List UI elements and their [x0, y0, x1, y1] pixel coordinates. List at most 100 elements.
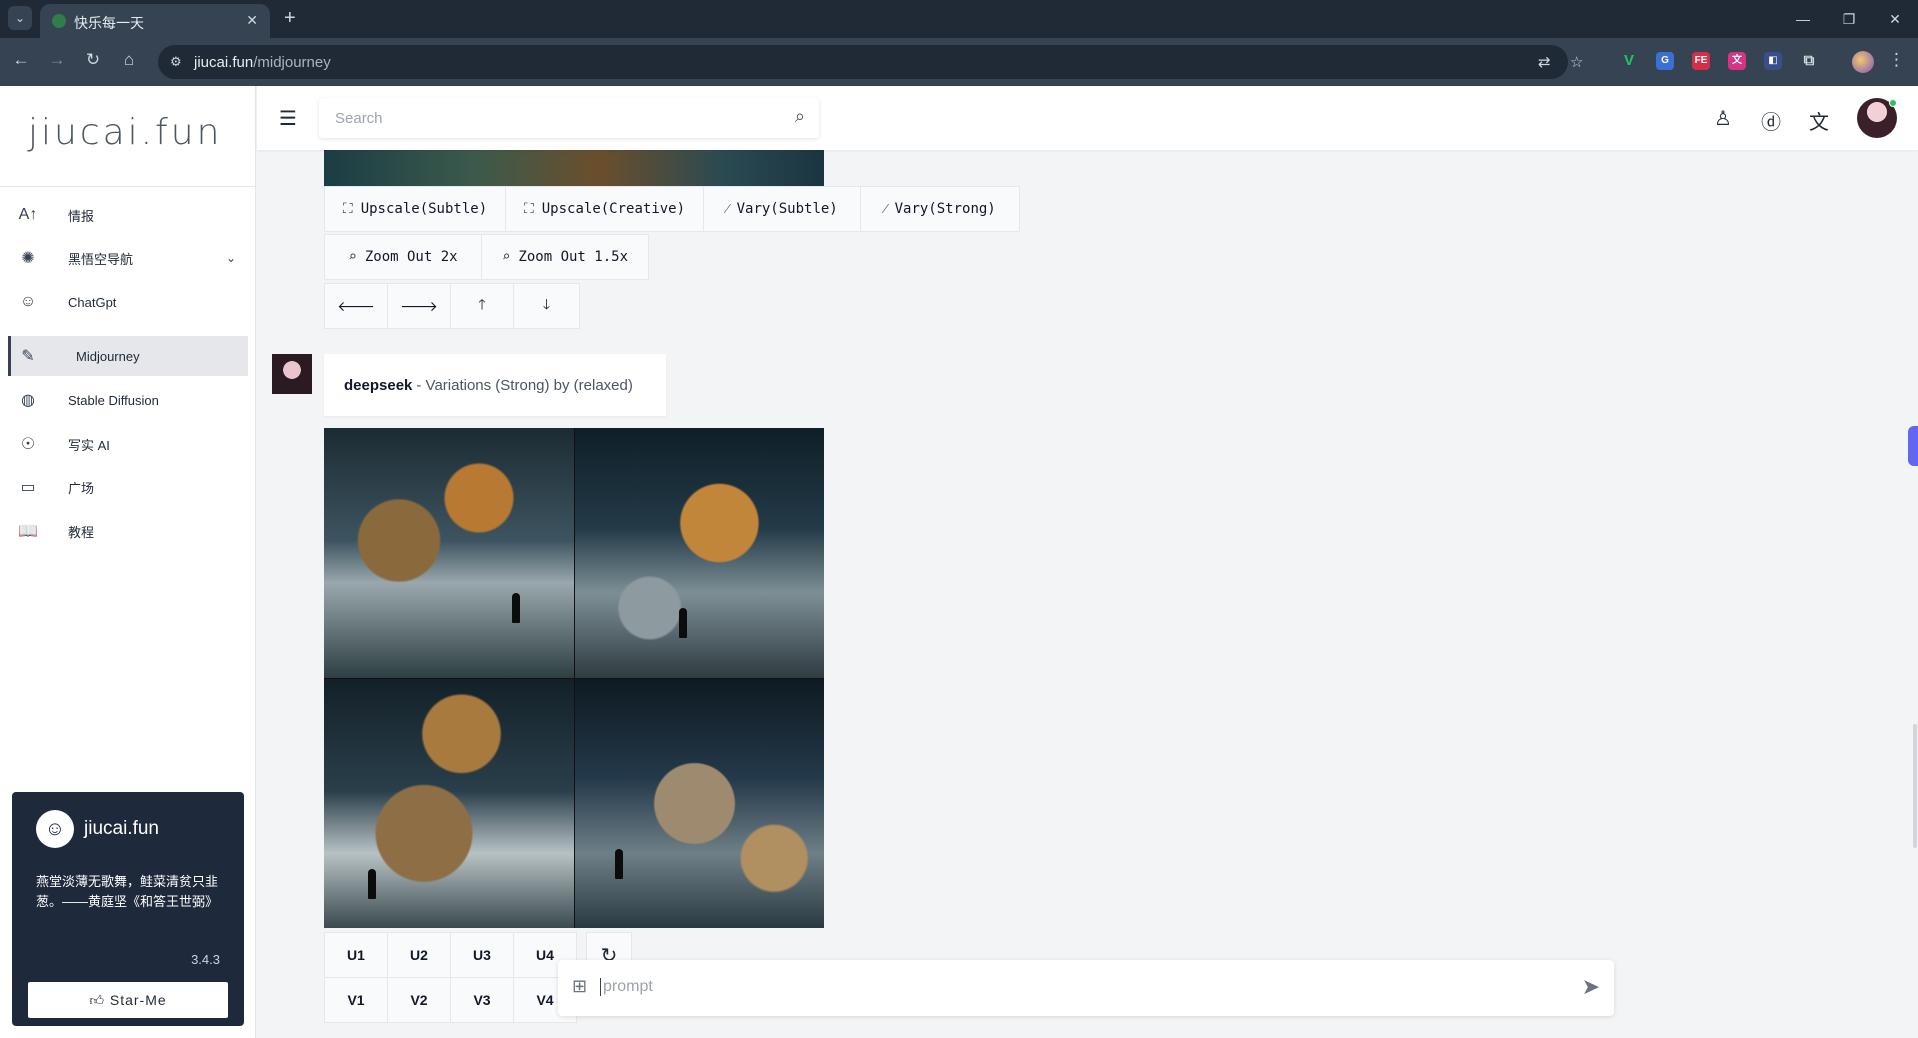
minimize-icon[interactable]: —	[1780, 0, 1826, 38]
sidebar-item-tutorial[interactable]: 📖 教程	[8, 511, 248, 551]
github-icon: ☺	[36, 810, 74, 848]
expand-icon: ⛶	[523, 201, 534, 217]
variation-image-1[interactable]	[324, 428, 574, 678]
button-label: Zoom Out 2x	[364, 249, 458, 265]
menu-icon[interactable]: ☰	[279, 106, 297, 131]
url-text[interactable]: jiucai.fun/midjourney	[194, 54, 331, 71]
variation-v2-button[interactable]: V2	[387, 977, 451, 1023]
message-author-avatar	[272, 354, 312, 394]
sidebar-item-label: 情报	[68, 208, 95, 224]
chevron-down-icon[interactable]: ⌄	[226, 251, 236, 265]
message-header: deepseek - Variations (Strong) by (relax…	[324, 354, 666, 416]
window-close-icon[interactable]: ✕	[1872, 0, 1918, 38]
upscale-creative-button[interactable]: ⛶ Upscale(Creative)	[505, 186, 704, 232]
zoom-icon: ⌕	[501, 249, 511, 265]
search-input[interactable]: Search ⌕	[319, 98, 819, 138]
variation-image-2[interactable]	[574, 428, 824, 678]
fe-ext-icon[interactable]: FE	[1692, 52, 1710, 70]
sidebar-item-midjourney[interactable]: ✎ Midjourney	[8, 336, 248, 376]
online-status-dot	[1889, 99, 1897, 107]
button-label: Upscale(Subtle)	[360, 201, 488, 217]
sidebar-divider	[0, 186, 256, 187]
promo-poem: 燕堂淡薄无歌舞，鲑菜清贫只韭葱。——黄庭坚《和答王世弼》	[36, 874, 219, 909]
home-icon[interactable]: ⌂	[118, 50, 140, 70]
message-text: - Variations (Strong) by (relaxed)	[416, 376, 633, 394]
bookmark-star-icon[interactable]: ☆	[1570, 53, 1583, 71]
user-avatar[interactable]	[1857, 98, 1897, 138]
prompt-composer[interactable]: ⊞ prompt ➤	[558, 960, 1614, 1016]
coin-icon[interactable]: ⓓ	[1759, 106, 1783, 135]
extensions-puzzle-icon[interactable]: ⧉	[1800, 52, 1818, 70]
message-author: deepseek	[344, 376, 413, 394]
variation-v1-button[interactable]: V1	[324, 977, 388, 1023]
sidebar-item-label: Midjourney	[76, 348, 140, 364]
browser-profile-avatar[interactable]	[1852, 51, 1874, 73]
vue-devtools-icon[interactable]: V	[1620, 52, 1638, 70]
browser-menu-icon[interactable]: ⋮	[1888, 50, 1905, 70]
zoom-out-1-5x-button[interactable]: ⌕ Zoom Out 1.5x	[481, 234, 649, 280]
expand-icon: ⛶	[342, 201, 353, 217]
arrow-down-icon: 🡓	[542, 297, 551, 313]
variation-v3-button[interactable]: V3	[450, 977, 514, 1023]
sidebar-item-chatgpt[interactable]: ☺ ChatGpt	[8, 282, 248, 322]
site-logo[interactable]: jiucai.fun	[28, 112, 222, 153]
arrow-up-icon: 🡑	[478, 297, 486, 313]
page-scrollbar[interactable]	[1913, 724, 1917, 848]
variation-image-grid[interactable]	[324, 428, 824, 928]
tab-close-icon[interactable]: ✕	[246, 12, 258, 29]
tab-favicon-icon	[52, 14, 66, 28]
restore-icon[interactable]: ❐	[1826, 0, 1872, 38]
sidebar-item-stable-diffusion[interactable]: ◍ Stable Diffusion	[8, 380, 248, 420]
sidebar-item-label: Stable Diffusion	[68, 392, 159, 408]
pan-left-button[interactable]: 🡐	[324, 283, 388, 329]
tab-search-icon[interactable]: ⌄	[8, 6, 32, 30]
previous-image-preview[interactable]	[324, 150, 824, 186]
reload-icon[interactable]: ↻	[82, 50, 104, 70]
upscale-subtle-button[interactable]: ⛶ Upscale(Subtle)	[324, 186, 506, 232]
browser-tab[interactable]: 快乐每一天 ✕	[40, 4, 270, 38]
sidebar-item-plaza[interactable]: ▭ 广场	[8, 467, 248, 507]
search-icon[interactable]: ⌕	[795, 106, 805, 127]
send-icon[interactable]: ➤	[1582, 974, 1600, 1000]
app-header: ☰ Search ⌕ ♙ ⓓ 文	[257, 86, 1918, 150]
pan-up-button[interactable]: 🡑	[450, 283, 514, 329]
vary-strong-button[interactable]: ⁄ Vary(Strong)	[860, 186, 1020, 232]
figure-silhouette	[678, 608, 687, 638]
prompt-input[interactable]: prompt	[600, 978, 653, 996]
upscale-u2-button[interactable]: U2	[387, 932, 451, 978]
variation-image-4[interactable]	[574, 678, 824, 928]
magic-wand-icon: ⁄	[726, 200, 729, 217]
back-icon[interactable]: ←	[10, 50, 32, 70]
translate-ext-icon[interactable]: G	[1656, 52, 1674, 70]
ext-picker-icon[interactable]: ◧	[1764, 52, 1782, 70]
ext-pink-icon[interactable]: 文	[1728, 52, 1746, 70]
button-label: Zoom Out 1.5x	[518, 249, 628, 265]
forward-icon[interactable]: →	[46, 50, 68, 70]
address-bar[interactable]: ⚙ jiucai.fun/midjourney ⇄ ☆	[158, 45, 1583, 79]
pan-down-button[interactable]: 🡓	[513, 283, 580, 329]
pan-right-button[interactable]: 🡒	[387, 283, 451, 329]
image-upload-icon[interactable]: ⊞	[572, 976, 587, 997]
sidebar-item-realistic-ai[interactable]: ☉ 写实 AI	[8, 424, 248, 464]
translate-icon[interactable]: 文	[1807, 106, 1831, 135]
sidebar-item-wukong-nav[interactable]: ✺ 黑悟空导航 ⌄	[8, 238, 248, 278]
site-info-icon[interactable]: ⚙	[170, 54, 182, 70]
floating-side-tab[interactable]	[1908, 426, 1918, 466]
sidebar-item-label: 写实 AI	[68, 437, 110, 453]
arrow-right-icon: 🡒	[400, 298, 438, 315]
search-placeholder: Search	[335, 110, 383, 127]
zoom-out-2x-button[interactable]: ⌕ Zoom Out 2x	[324, 234, 482, 280]
star-me-button[interactable]: 👍︎ Star-Me	[28, 982, 228, 1018]
page-translate-icon[interactable]: ⇄	[1538, 53, 1551, 71]
figure-silhouette	[512, 593, 520, 623]
upscale-u1-button[interactable]: U1	[324, 932, 388, 978]
new-tab-icon[interactable]: +	[284, 7, 296, 30]
head-icon: ☉	[20, 436, 36, 453]
variation-image-3[interactable]	[324, 678, 574, 928]
github-promo-card: ☺ jiucai.fun 燕堂淡薄无歌舞，鲑菜清贫只韭葱。——黄庭坚《和答王世弼…	[12, 792, 244, 1026]
brush-icon: ✎	[21, 348, 35, 365]
vary-subtle-button[interactable]: ⁄ Vary(Subtle)	[703, 186, 861, 232]
upscale-u3-button[interactable]: U3	[450, 932, 514, 978]
sidebar-item-intel[interactable]: A↑ 情报	[8, 195, 248, 235]
user-check-icon[interactable]: ♙	[1711, 106, 1735, 131]
